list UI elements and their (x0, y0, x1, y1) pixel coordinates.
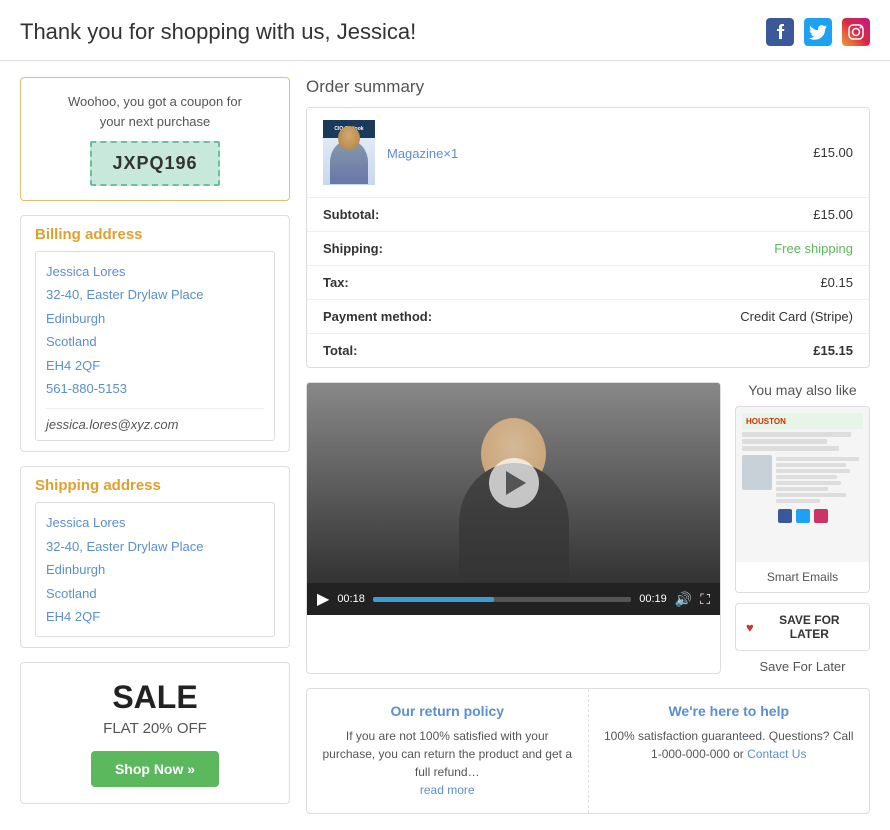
volume-icon[interactable]: 🔊 (675, 591, 692, 608)
billing-city: Edinburgh (46, 311, 105, 326)
shop-now-button[interactable]: Shop Now » (91, 751, 219, 787)
preview-product-area (742, 455, 863, 503)
video-box: ▶ 00:18 00:19 🔊 ⛶ (306, 382, 721, 674)
payment-method-row: Payment method: Credit Card (Stripe) (307, 300, 869, 334)
main-content: Woohoo, you got a coupon for your next p… (0, 61, 890, 830)
play-triangle-icon (506, 471, 526, 495)
return-policy-title: Our return policy (321, 703, 574, 719)
save-for-later-button[interactable]: ♥ SAVE FOR LATER (735, 603, 870, 651)
billing-heading: Billing address (35, 226, 275, 243)
order-summary-title: Order summary (306, 77, 870, 97)
sale-title: SALE (37, 679, 273, 716)
preview-product-img (742, 455, 772, 490)
shipping-address-inner: Jessica Lores 32-40, Easter Drylaw Place… (35, 502, 275, 637)
billing-region: Scotland (46, 334, 97, 349)
page-title: Thank you for shopping with us, Jessica! (20, 19, 416, 45)
coupon-box: Woohoo, you got a coupon for your next p… (20, 77, 290, 201)
info-row: Our return policy If you are not 100% sa… (306, 688, 870, 814)
right-column: Order summary CIO Outlook (306, 77, 870, 814)
preview-fb-icon (778, 509, 792, 523)
tax-row: Tax: £0.15 (307, 266, 869, 300)
product-img-body (323, 138, 375, 185)
billing-name: Jessica Lores (46, 264, 125, 279)
billing-postcode: EH4 2QF (46, 358, 100, 373)
product-preview-card: HOUSTON (735, 406, 870, 593)
shipping-city: Edinburgh (46, 562, 105, 577)
social-icons-group (766, 18, 870, 46)
page-header: Thank you for shopping with us, Jessica! (0, 0, 890, 61)
product-image: CIO Outlook (323, 120, 375, 185)
video-time-current: 00:18 (337, 593, 365, 605)
shipping-address-box: Shipping address Jessica Lores 32-40, Ea… (20, 466, 290, 648)
left-column: Woohoo, you got a coupon for your next p… (20, 77, 290, 814)
facebook-icon[interactable] (766, 18, 794, 46)
shipping-heading: Shipping address (35, 477, 275, 494)
read-more-link[interactable]: read more (420, 783, 475, 797)
help-title: We're here to help (603, 703, 856, 719)
play-control-icon[interactable]: ▶ (317, 589, 329, 609)
order-item-row: CIO Outlook Magazine×1 £15.00 (307, 108, 869, 198)
billing-address-box: Billing address Jessica Lores 32-40, Eas… (20, 215, 290, 452)
preview-icons-row (742, 509, 863, 523)
heart-icon: ♥ (746, 620, 754, 635)
contact-us-link[interactable]: Contact Us (747, 747, 806, 761)
order-detail-rows: Subtotal: £15.00 Shipping: Free shipping… (307, 198, 869, 367)
video-container (307, 383, 720, 583)
twitter-icon[interactable] (804, 18, 832, 46)
billing-address1: 32-40, Easter Drylaw Place (46, 287, 204, 302)
save-for-later-text: Save For Later (735, 659, 870, 674)
you-may-like-section: You may also like HOUSTON (735, 382, 870, 674)
billing-address-inner: Jessica Lores 32-40, Easter Drylaw Place… (35, 251, 275, 441)
product-preview-image: HOUSTON (736, 407, 869, 562)
help-col: We're here to help 100% satisfaction gua… (589, 689, 870, 813)
you-may-like-title: You may also like (735, 382, 870, 398)
video-play-button[interactable] (489, 458, 539, 508)
subtotal-row: Subtotal: £15.00 (307, 198, 869, 232)
shipping-address1: 32-40, Easter Drylaw Place (46, 539, 204, 554)
fullscreen-icon[interactable]: ⛶ (700, 591, 710, 608)
return-policy-col: Our return policy If you are not 100% sa… (307, 689, 589, 813)
return-policy-text: If you are not 100% satisfied with your … (321, 727, 574, 799)
video-time-total: 00:19 (639, 593, 667, 605)
sale-subtitle: FLAT 20% OFF (37, 720, 273, 737)
billing-phone: 561-880-5153 (46, 381, 127, 396)
product-name-link[interactable]: Magazine×1 (387, 146, 458, 161)
preview-ig-icon (814, 509, 828, 523)
billing-email: jessica.lores@xyz.com (46, 408, 264, 432)
video-progress-fill (373, 597, 494, 602)
preview-content-lines (742, 432, 863, 451)
coupon-code: JXPQ196 (90, 141, 219, 186)
instagram-icon[interactable] (842, 18, 870, 46)
coupon-text: Woohoo, you got a coupon for your next p… (37, 92, 273, 131)
total-row: Total: £15.15 (307, 334, 869, 367)
product-preview-label: Smart Emails (736, 562, 869, 592)
order-summary-section: Order summary CIO Outlook (306, 77, 870, 368)
media-row: ▶ 00:18 00:19 🔊 ⛶ You may also like HO (306, 382, 870, 674)
sale-box: SALE FLAT 20% OFF Shop Now » (20, 662, 290, 804)
help-text: 100% satisfaction guaranteed. Questions?… (603, 727, 856, 763)
preview-details (776, 455, 863, 503)
preview-header: HOUSTON (742, 413, 863, 429)
video-progress-bar[interactable] (373, 597, 631, 602)
product-info: Magazine×1 (387, 145, 458, 161)
shipping-postcode: EH4 2QF (46, 609, 100, 624)
video-controls: ▶ 00:18 00:19 🔊 ⛶ (307, 583, 720, 615)
shipping-name: Jessica Lores (46, 515, 125, 530)
shipping-region: Scotland (46, 586, 97, 601)
shipping-row: Shipping: Free shipping (307, 232, 869, 266)
product-price: £15.00 (813, 145, 853, 160)
order-box: CIO Outlook Magazine×1 £15.00 (306, 107, 870, 368)
preview-tw-icon (796, 509, 810, 523)
